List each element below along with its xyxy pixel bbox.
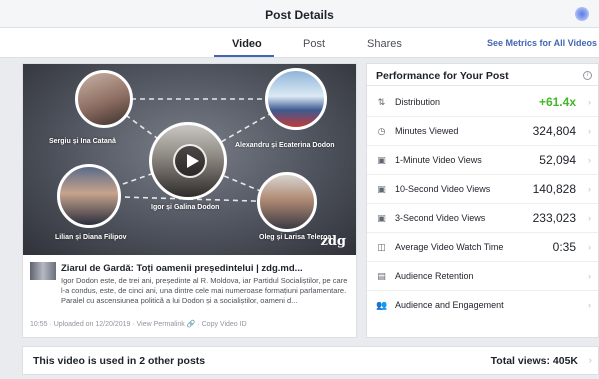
metric-label: Minutes Viewed [395,126,459,136]
tab-shares[interactable]: Shares [367,38,402,50]
active-tab-indicator [214,55,274,57]
people-icon: 👥 [376,300,388,310]
metric-value: 0:35 [552,240,576,254]
total-views-text: Total views: 405K [490,355,578,367]
post-meta: 10:55 · Uploaded on 12/20/2019 · View Pe… [30,321,247,328]
metric-row-minutes-viewed[interactable]: ◷ Minutes Viewed 324,804 › [367,117,598,146]
tab-post[interactable]: Post [303,38,325,50]
other-posts-text: This video is used in 2 other posts [33,355,206,367]
video-post-card: Sergiu și Ina Catană Alexandru și Ecater… [22,63,357,338]
metric-row-distribution[interactable]: ⇅ Distribution +61.4x › [367,88,598,117]
metric-label: 10-Second Video Views [395,184,491,194]
tab-video[interactable]: Video [232,38,262,50]
metric-value: 52,094 [539,153,576,167]
video-caption: Sergiu și Ina Catană [49,138,116,145]
clock-icon: ◷ [377,126,386,136]
chevron-right-icon: › [588,126,591,136]
video-views-icon: ▣ [377,184,386,194]
loading-indicator-icon [575,7,589,21]
chevron-right-icon: › [588,355,592,366]
metric-row-3sec-views[interactable]: ▣ 3-Second Video Views 233,023 › [367,204,598,233]
portrait-photo [265,68,327,130]
metric-label: Distribution [395,97,441,107]
shares-summary-bar[interactable]: This video is used in 2 other posts Tota… [22,346,599,375]
video-caption: Alexandru și Ecaterina Dodon [235,142,335,149]
video-camera-icon: ◫ [377,242,386,252]
metric-row-audience-engagement[interactable]: 👥 Audience and Engagement › [367,291,598,320]
tabs-bar: Video Post Shares See Metrics for All Vi… [0,28,599,58]
post-title[interactable]: Ziarul de Gardă: Toți oamenii președinte… [61,263,303,274]
chevron-right-icon: › [588,155,591,165]
portrait-photo [57,164,121,228]
chevron-right-icon: › [588,213,591,223]
post-thumbnail [30,262,56,280]
metric-value: 233,023 [532,211,576,225]
divider [367,85,598,86]
video-caption: Lilian și Diana Filipov [55,234,127,241]
chevron-right-icon: › [588,300,591,310]
brand-watermark: zdg [320,234,346,249]
film-icon: ▤ [377,271,386,281]
see-all-metrics-link[interactable]: See Metrics for All Videos [487,38,597,48]
play-icon[interactable] [173,144,207,178]
metric-value: +61.4x [538,95,576,109]
metric-label: 1-Minute Video Views [395,155,482,165]
info-icon[interactable]: i [583,71,592,80]
video-views-icon: ▣ [377,213,386,223]
metric-value: 324,804 [532,124,576,138]
metric-value: 140,828 [532,182,576,196]
metric-row-10sec-views[interactable]: ▣ 10-Second Video Views 140,828 › [367,175,598,204]
chevron-right-icon: › [588,242,591,252]
video-player[interactable]: Sergiu și Ina Catană Alexandru și Ecater… [23,64,356,255]
portrait-photo [257,172,317,232]
dialog-title: Post Details [265,8,334,22]
metric-label: Audience and Engagement [395,300,504,310]
chevron-right-icon: › [588,271,591,281]
dialog-header: Post Details [0,0,599,28]
metric-row-1min-views[interactable]: ▣ 1-Minute Video Views 52,094 › [367,146,598,175]
chevron-right-icon: › [588,97,591,107]
post-description: Igor Dodon este, de trei ani, președinte… [61,276,348,305]
performance-card: Performance for Your Post i ⇅ Distributi… [366,63,599,338]
performance-title: Performance for Your Post [376,70,509,82]
metric-row-avg-watch-time[interactable]: ◫ Average Video Watch Time 0:35 › [367,233,598,262]
distribution-icon: ⇅ [377,97,386,107]
video-views-icon: ▣ [377,155,386,165]
metric-label: Average Video Watch Time [395,242,504,252]
metric-label: 3-Second Video Views [395,213,486,223]
portrait-photo [75,70,133,128]
video-caption: Igor și Galina Dodon [151,204,220,211]
chevron-right-icon: › [588,184,591,194]
metric-row-audience-retention[interactable]: ▤ Audience Retention › [367,262,598,291]
metric-label: Audience Retention [395,271,474,281]
